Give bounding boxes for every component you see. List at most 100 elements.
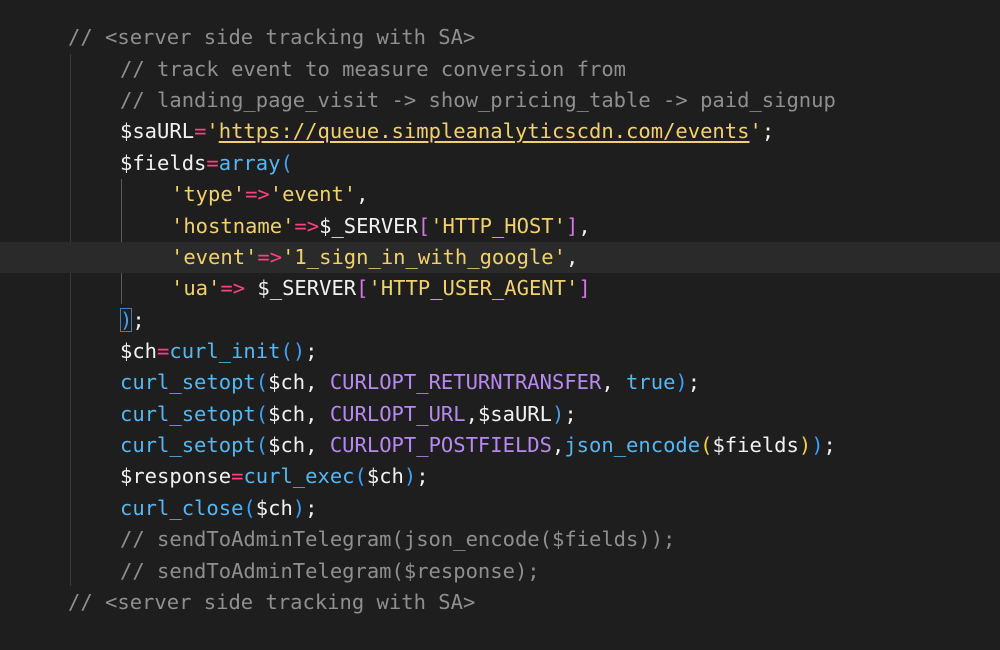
arrow-operator: => xyxy=(257,245,283,269)
function-name: curl_exec xyxy=(243,464,355,488)
bracket-open: [ xyxy=(356,276,369,300)
semicolon: ; xyxy=(132,308,145,332)
code-text: curl_setopt($ch, CURLOPT_RETURNTRANSFER,… xyxy=(120,367,700,398)
bracket-close: ] xyxy=(565,214,579,238)
string-value: 'event' xyxy=(269,182,357,206)
comment: // track event to measure conversion fro… xyxy=(120,57,627,81)
function-name: curl_init xyxy=(169,339,281,363)
url-link[interactable]: https://queue.simpleanalyticscdn.com/eve… xyxy=(219,119,750,143)
semicolon: ; xyxy=(564,402,577,426)
constant: CURLOPT_POSTFIELDS xyxy=(329,433,552,457)
operator: = xyxy=(206,151,219,175)
comment: // landing_page_visit -> show_pricing_ta… xyxy=(120,88,836,112)
code-line-3[interactable]: // landing_page_visit -> show_pricing_ta… xyxy=(0,85,1000,116)
constant: CURLOPT_RETURNTRANSFER xyxy=(329,370,602,394)
boolean: true xyxy=(626,370,676,394)
code-editor[interactable]: // <server side tracking with SA> // tra… xyxy=(0,0,1000,650)
code-text: ); xyxy=(120,305,145,336)
arrow-operator: => xyxy=(220,276,246,300)
arrow-operator: => xyxy=(245,182,270,206)
bracket-close: ) xyxy=(292,339,306,363)
semicolon: ; xyxy=(305,339,318,363)
variable: $_SERVER xyxy=(257,276,357,300)
code-text: 'event'=>'1_sign_in_with_google', xyxy=(171,242,578,273)
quote: ' xyxy=(749,119,762,143)
function-name: curl_setopt xyxy=(120,402,256,426)
code-line-7[interactable]: 'hostname'=>$_SERVER['HTTP_HOST'], xyxy=(0,211,1000,242)
operator: = xyxy=(157,339,170,363)
bracket-close: ) xyxy=(552,402,565,426)
variable: $ch xyxy=(268,370,306,394)
function-name: curl_setopt xyxy=(120,370,256,394)
variable: $ch xyxy=(120,339,158,363)
bracket-close: ) xyxy=(403,464,417,488)
separator: , xyxy=(552,433,565,457)
bracket-open: ( xyxy=(280,151,293,175)
array-key: 'event' xyxy=(171,245,258,269)
variable: $ch xyxy=(268,402,306,426)
code-line-11[interactable]: $ch=curl_init(); xyxy=(0,336,1000,367)
bracket-open: ( xyxy=(255,370,269,394)
bracket-close: ) xyxy=(798,433,812,457)
code-text: $response=curl_exec($ch); xyxy=(120,461,429,492)
bracket-open: ( xyxy=(243,496,256,520)
variable: $ch xyxy=(255,496,293,520)
code-line-1[interactable]: // <server side tracking with SA> xyxy=(0,22,1000,53)
code-text: 'hostname'=>$_SERVER['HTTP_HOST'], xyxy=(171,211,591,242)
code-line-2[interactable]: // track event to measure conversion fro… xyxy=(0,54,1000,85)
comment: // sendToAdminTelegram($response); xyxy=(120,559,540,583)
bracket-open: [ xyxy=(417,214,431,238)
quote: ' xyxy=(206,119,219,143)
comment: // <server side tracking with SA> xyxy=(68,590,476,614)
code-line-13[interactable]: curl_setopt($ch, CURLOPT_URL,$saURL); xyxy=(0,399,1000,430)
separator: , xyxy=(601,370,627,394)
code-line-10[interactable]: ); xyxy=(0,305,1000,336)
array-key: 'type' xyxy=(171,182,246,206)
code-line-17[interactable]: // sendToAdminTelegram(json_encode($fiel… xyxy=(0,524,1000,555)
bracket-open: ( xyxy=(280,339,293,363)
variable: $fields xyxy=(712,433,799,457)
operator: = xyxy=(231,464,244,488)
variable: $saURL xyxy=(477,402,552,426)
code-line-9[interactable]: 'ua'=> $_SERVER['HTTP_USER_AGENT'] xyxy=(0,273,1000,304)
semicolon: ; xyxy=(416,464,429,488)
code-line-5[interactable]: $fields=array( xyxy=(0,148,1000,179)
bracket-close: ) xyxy=(292,496,306,520)
code-line-6[interactable]: 'type'=>'event', xyxy=(0,179,1000,210)
code-text: curl_close($ch); xyxy=(120,493,317,524)
code-line-15[interactable]: $response=curl_exec($ch); xyxy=(0,461,1000,492)
separator: , xyxy=(305,402,330,426)
code-line-16[interactable]: curl_close($ch); xyxy=(0,493,1000,524)
separator: , xyxy=(305,370,330,394)
code-line-4[interactable]: $saURL='https://queue.simpleanalyticscdn… xyxy=(0,116,1000,147)
constant: CURLOPT_URL xyxy=(329,402,466,426)
comma: , xyxy=(565,245,579,269)
variable: $ch xyxy=(366,464,404,488)
string-value: '1_sign_in_with_google' xyxy=(282,245,566,269)
semicolon: ; xyxy=(687,370,701,394)
bracket-open: ( xyxy=(255,433,269,457)
code-text: 'ua'=> $_SERVER['HTTP_USER_AGENT'] xyxy=(171,273,591,304)
comment: // sendToAdminTelegram(json_encode($fiel… xyxy=(120,527,676,551)
function-name: array xyxy=(218,151,281,175)
code-line-12[interactable]: curl_setopt($ch, CURLOPT_RETURNTRANSFER,… xyxy=(0,367,1000,398)
code-line-19[interactable]: // <server side tracking with SA> xyxy=(0,587,1000,618)
code-line-18[interactable]: // sendToAdminTelegram($response); xyxy=(0,556,1000,587)
operator: = xyxy=(194,119,207,143)
code-text: $saURL='https://queue.simpleanalyticscdn… xyxy=(120,116,774,147)
comma: , xyxy=(578,214,591,238)
variable: $fields xyxy=(120,151,207,175)
matched-bracket: ) xyxy=(120,308,133,332)
variable: $response xyxy=(120,464,232,488)
bracket-open: ( xyxy=(255,402,269,426)
code-line-8[interactable]: 'event'=>'1_sign_in_with_google', xyxy=(0,242,1000,273)
code-line-14[interactable]: curl_setopt($ch, CURLOPT_POSTFIELDS,json… xyxy=(0,430,1000,461)
semicolon: ; xyxy=(823,433,836,457)
separator: , xyxy=(305,433,330,457)
function-name: curl_close xyxy=(120,496,244,520)
separator: , xyxy=(465,402,478,426)
string-value: 'HTTP_USER_AGENT' xyxy=(368,276,579,300)
bracket-open: ( xyxy=(700,433,713,457)
comment: // <server side tracking with SA> xyxy=(68,25,476,49)
